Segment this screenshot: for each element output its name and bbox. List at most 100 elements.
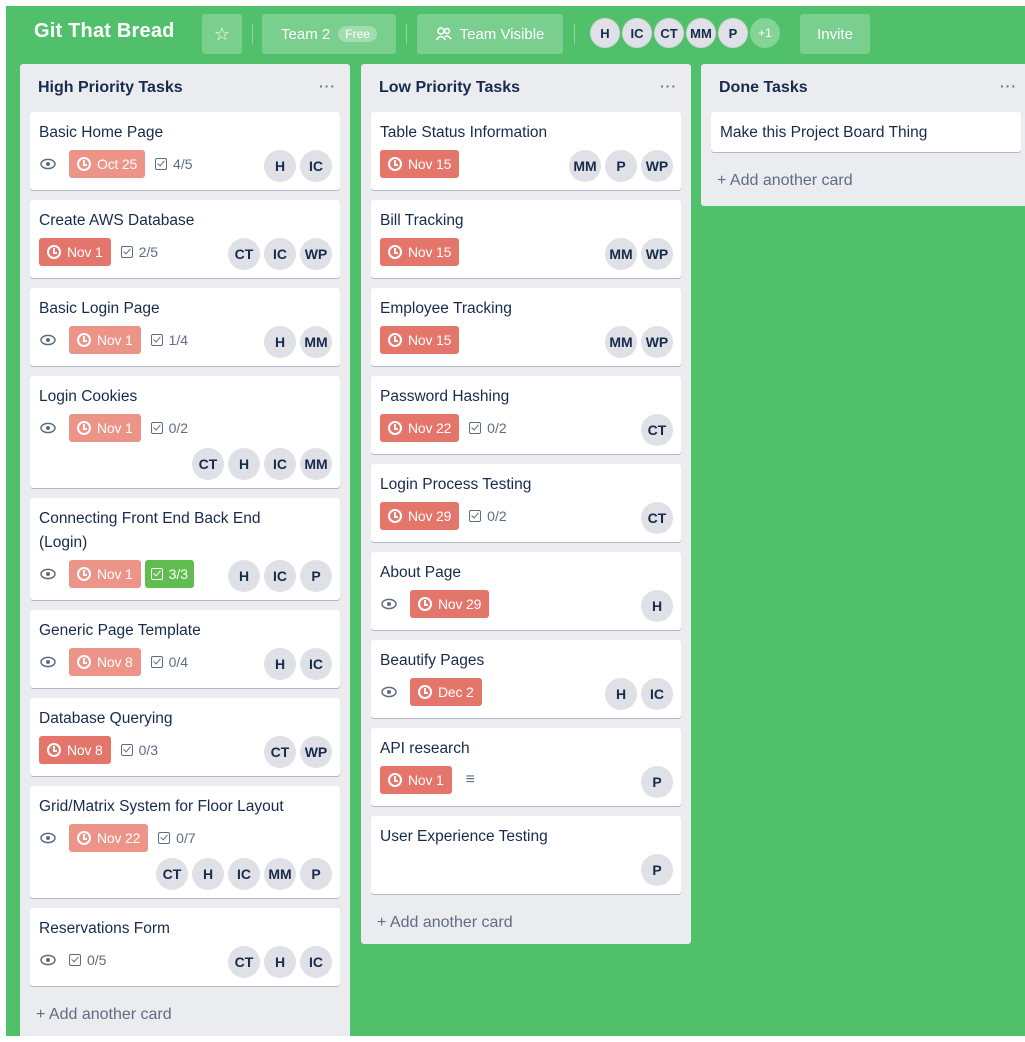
member-avatar[interactable]: CT (156, 858, 188, 890)
card-table-status-information[interactable]: Table Status Information Nov 15 MM P WP (371, 112, 681, 190)
due-date-badge[interactable]: Nov 8 (69, 648, 141, 676)
more-members-button[interactable]: +1 (750, 18, 780, 48)
member-avatar[interactable]: IC (641, 678, 673, 710)
list-menu-icon[interactable]: ··· (319, 78, 336, 94)
member-avatar[interactable]: CT (192, 448, 224, 480)
list-low-priority: Low Priority Tasks ··· Table Status Info… (361, 64, 691, 944)
member-avatar[interactable]: P (641, 854, 673, 886)
watch-icon (380, 683, 398, 701)
card-basic-home-page[interactable]: Basic Home Page Oct 25 4/5 H IC (30, 112, 340, 190)
card-generic-page-template[interactable]: Generic Page Template Nov 8 0/4 H IC (30, 610, 340, 688)
card-login-process-testing[interactable]: Login Process Testing Nov 29 0/2 CT (371, 464, 681, 542)
add-card-button[interactable]: + Add another card (377, 914, 513, 932)
due-date-badge[interactable]: Nov 29 (410, 590, 490, 618)
due-date-badge[interactable]: Oct 25 (69, 150, 146, 178)
member-avatar[interactable]: H (228, 560, 260, 592)
member-avatar[interactable]: MM (300, 448, 332, 480)
star-button[interactable]: ☆ (202, 14, 242, 54)
card-reservations-form[interactable]: Reservations Form 0/5 CT H IC (30, 908, 340, 986)
member-avatar[interactable]: IC (300, 150, 332, 182)
due-date-badge[interactable]: Nov 1 (69, 414, 141, 442)
card-about-page[interactable]: About Page Nov 29 H (371, 552, 681, 630)
due-date-badge[interactable]: Nov 1 (69, 560, 141, 588)
member-avatar[interactable]: WP (641, 238, 673, 270)
due-date-badge[interactable]: Nov 1 (380, 766, 452, 794)
due-date-badge[interactable]: Nov 22 (380, 414, 460, 442)
card-beautify-pages[interactable]: Beautify Pages Dec 2 H IC (371, 640, 681, 718)
member-avatar[interactable]: CT (641, 414, 673, 446)
member-avatar[interactable]: H (228, 448, 260, 480)
due-date-badge[interactable]: Nov 1 (69, 326, 141, 354)
team-button[interactable]: Team 2 Free (262, 14, 396, 54)
card-user-experience-testing[interactable]: User Experience Testing P (371, 816, 681, 894)
member-avatar[interactable]: IC (228, 858, 260, 890)
due-date-badge[interactable]: Nov 22 (69, 824, 149, 852)
member-avatar[interactable]: P (605, 150, 637, 182)
card-basic-login-page[interactable]: Basic Login Page Nov 1 1/4 H MM (30, 288, 340, 366)
member-avatar[interactable]: CT (228, 238, 260, 270)
member-avatar[interactable]: MM (605, 238, 637, 270)
member-avatar[interactable]: WP (641, 150, 673, 182)
member-avatar[interactable]: CT (641, 502, 673, 534)
due-date-badge[interactable]: Nov 15 (380, 238, 460, 266)
card-bill-tracking[interactable]: Bill Tracking Nov 15 MM WP (371, 200, 681, 278)
member-avatar[interactable]: H (264, 150, 296, 182)
card-connecting-front-end-back-end[interactable]: Connecting Front End Back End (Login) No… (30, 498, 340, 600)
member-avatar[interactable]: WP (300, 238, 332, 270)
member-avatar[interactable]: P (300, 560, 332, 592)
due-date-badge[interactable]: Nov 1 (39, 238, 111, 266)
board-title[interactable]: Git That Bread (34, 20, 175, 43)
card-make-project-board[interactable]: Make this Project Board Thing (711, 112, 1021, 152)
member-avatar[interactable]: IC (300, 946, 332, 978)
member-avatar[interactable]: H (641, 590, 673, 622)
list-menu-icon[interactable]: ··· (1000, 78, 1017, 94)
member-avatar[interactable]: IC (264, 560, 296, 592)
member-avatar[interactable]: P (300, 858, 332, 890)
member-avatar[interactable]: H (192, 858, 224, 890)
member-avatar[interactable]: H (264, 326, 296, 358)
card-grid-matrix-system[interactable]: Grid/Matrix System for Floor Layout Nov … (30, 786, 340, 898)
header-member-avatar[interactable]: MM (686, 18, 716, 48)
member-avatar[interactable]: IC (264, 448, 296, 480)
card-create-aws-database[interactable]: Create AWS Database Nov 1 2/5 CT IC WP (30, 200, 340, 278)
member-avatar[interactable]: IC (264, 238, 296, 270)
member-avatar[interactable]: WP (641, 326, 673, 358)
member-avatar[interactable]: IC (300, 648, 332, 680)
member-avatar[interactable]: CT (264, 736, 296, 768)
member-avatar[interactable]: H (264, 946, 296, 978)
list-title[interactable]: Low Priority Tasks (379, 79, 520, 96)
header-member-avatar[interactable]: P (718, 18, 748, 48)
visibility-button[interactable]: Team Visible (417, 14, 563, 54)
due-date-badge[interactable]: Nov 15 (380, 150, 460, 178)
list-menu-icon[interactable]: ··· (660, 78, 677, 94)
due-date-badge[interactable]: Dec 2 (410, 678, 482, 706)
invite-button[interactable]: Invite (800, 14, 870, 54)
member-avatar[interactable]: H (605, 678, 637, 710)
member-avatar[interactable]: MM (300, 326, 332, 358)
due-date-badge[interactable]: Nov 15 (380, 326, 460, 354)
header-member-avatar[interactable]: IC (622, 18, 652, 48)
list-title[interactable]: High Priority Tasks (38, 79, 183, 96)
card-password-hashing[interactable]: Password Hashing Nov 22 0/2 CT (371, 376, 681, 454)
header-member-avatar[interactable]: H (590, 18, 620, 48)
card-employee-tracking[interactable]: Employee Tracking Nov 15 MM WP (371, 288, 681, 366)
member-avatar[interactable]: P (641, 766, 673, 798)
due-date-badge[interactable]: Nov 29 (380, 502, 460, 530)
header-member-avatar[interactable]: CT (654, 18, 684, 48)
list-title[interactable]: Done Tasks (719, 79, 808, 96)
clock-icon (77, 157, 91, 171)
due-date-text: Nov 1 (97, 420, 133, 436)
due-date-badge[interactable]: Nov 8 (39, 736, 111, 764)
member-avatar[interactable]: MM (264, 858, 296, 890)
member-avatar[interactable]: CT (228, 946, 260, 978)
add-card-button[interactable]: + Add another card (36, 1006, 172, 1024)
member-avatar[interactable]: MM (569, 150, 601, 182)
member-avatar[interactable]: MM (605, 326, 637, 358)
header-divider (406, 24, 407, 44)
member-avatar[interactable]: WP (300, 736, 332, 768)
card-login-cookies[interactable]: Login Cookies Nov 1 0/2 CT H IC MM (30, 376, 340, 488)
card-api-research[interactable]: API research Nov 1 ≡ P (371, 728, 681, 806)
member-avatar[interactable]: H (264, 648, 296, 680)
add-card-button[interactable]: + Add another card (717, 172, 853, 190)
card-database-querying[interactable]: Database Querying Nov 8 0/3 CT WP (30, 698, 340, 776)
